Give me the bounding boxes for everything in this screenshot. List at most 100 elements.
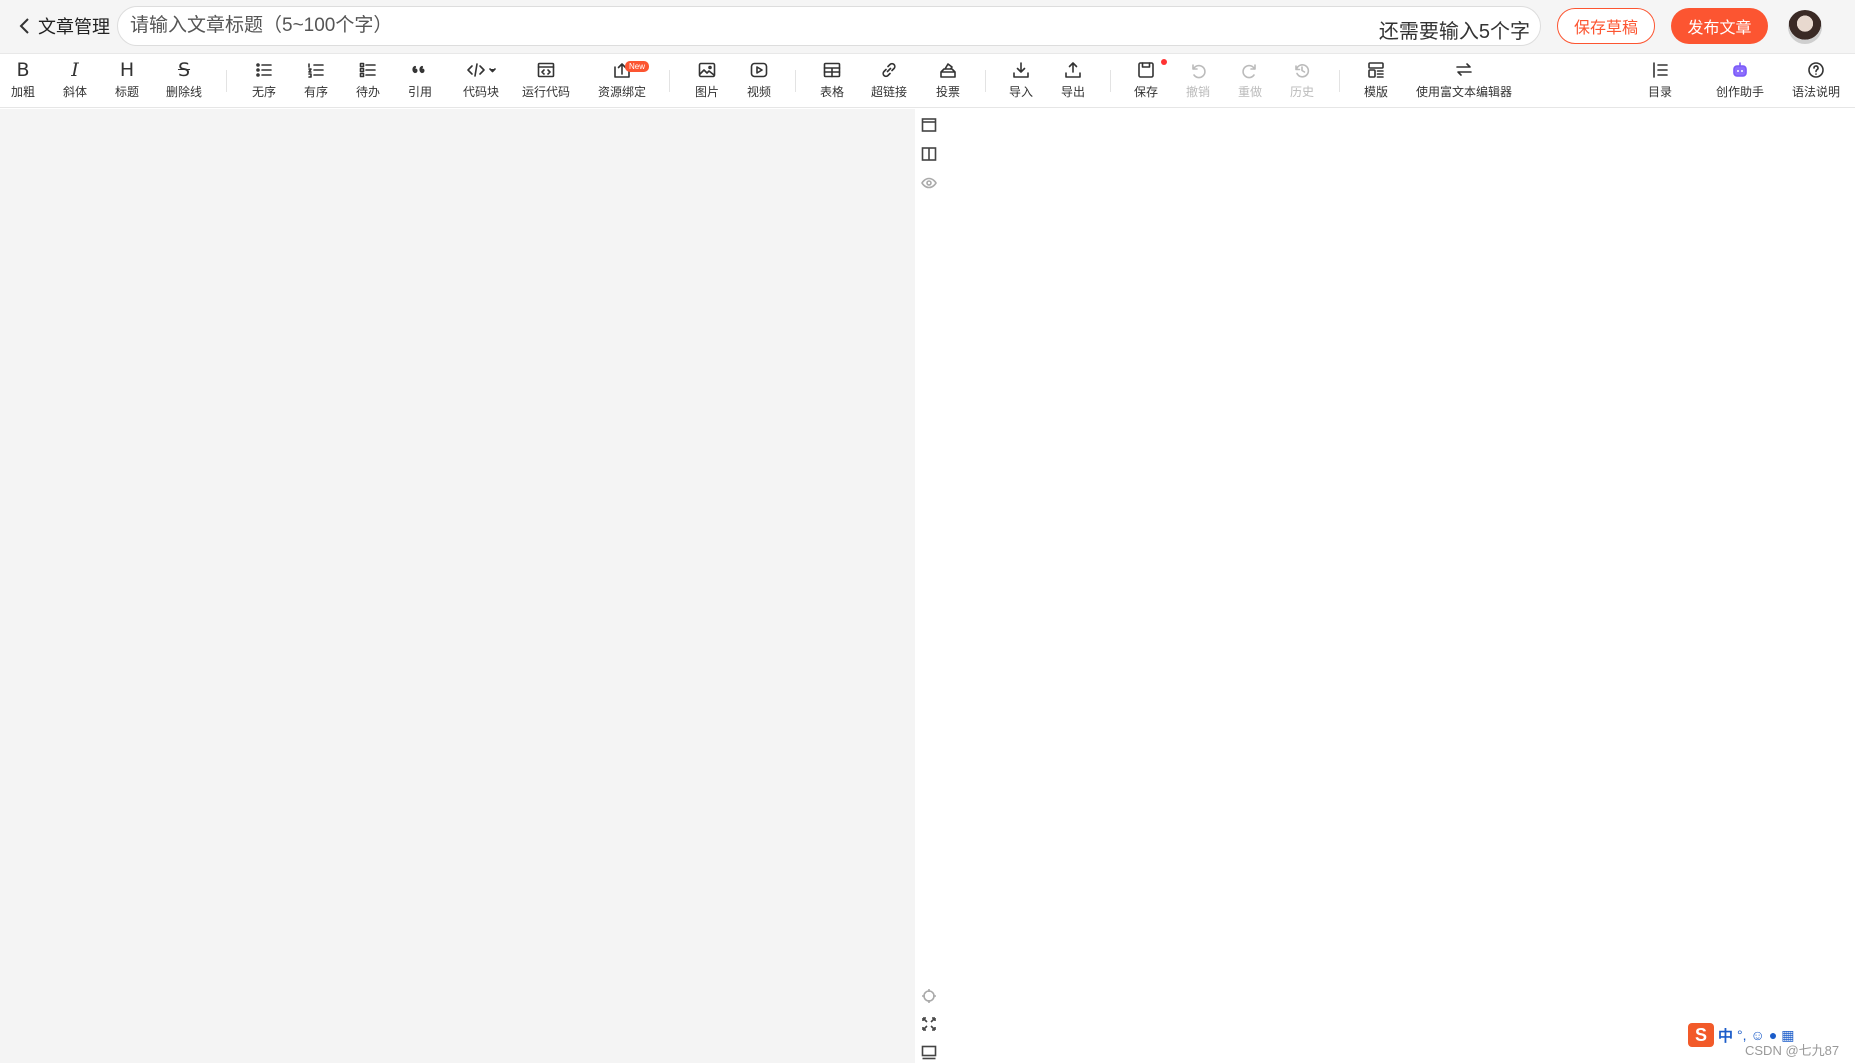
undo-button[interactable]: 撤销 <box>1184 60 1212 102</box>
bold-icon: B <box>16 59 30 81</box>
title-field: 还需要输入5个字 <box>117 6 1541 46</box>
video-icon <box>750 62 768 78</box>
strikethrough-label: 删除线 <box>165 85 202 99</box>
expand-icon <box>922 1017 936 1031</box>
watermark: CSDN @七九87 <box>1745 1043 1840 1058</box>
back-label: 文章管理 <box>38 17 110 37</box>
new-badge: New <box>625 61 650 72</box>
split-view-toggle[interactable] <box>918 143 940 165</box>
code-block-label: 代码块 <box>462 85 499 99</box>
back-to-article-management[interactable]: 文章管理 <box>18 14 110 38</box>
editor-only-view-toggle[interactable] <box>918 114 940 136</box>
save-icon <box>1138 62 1154 78</box>
toolbar-divider <box>669 70 670 92</box>
upload-icon <box>1065 62 1081 78</box>
import-button[interactable]: 导入 <box>1007 60 1035 102</box>
quote-icon <box>412 65 425 74</box>
toc-button[interactable]: 目录 <box>1646 60 1674 102</box>
todo-list-icon <box>359 62 376 78</box>
publish-article-button[interactable]: 发布文章 <box>1671 8 1768 44</box>
title-char-counter: 还需要输入5个字 <box>1378 21 1530 43</box>
download-icon <box>1013 62 1029 78</box>
redo-icon <box>1242 64 1256 79</box>
undo-icon <box>1192 64 1206 79</box>
vote-button[interactable]: 投票 <box>934 60 962 102</box>
rich-text-editor-label: 使用富文本编辑器 <box>1415 85 1512 99</box>
export-label: 导出 <box>1060 85 1085 99</box>
todo-list-button[interactable]: 待办 <box>354 60 382 102</box>
video-button[interactable]: 视频 <box>745 60 773 102</box>
toolbar-divider <box>1339 70 1340 92</box>
code-block-button[interactable]: 代码块 <box>457 60 505 102</box>
layout-toggle[interactable] <box>918 1041 940 1063</box>
strikethrough-icon: S <box>177 59 191 81</box>
save-button[interactable]: 保存 <box>1132 60 1160 102</box>
unordered-list-button[interactable]: 无序 <box>250 60 278 102</box>
export-button[interactable]: 导出 <box>1059 60 1087 102</box>
top-bar: 文章管理 还需要输入5个字 保存草稿 发布文章 <box>0 0 1855 54</box>
redo-label: 重做 <box>1237 85 1262 99</box>
import-label: 导入 <box>1008 85 1033 99</box>
monitor-icon <box>921 1045 937 1060</box>
heading-icon: H <box>119 59 135 81</box>
template-button[interactable]: 模版 <box>1362 60 1390 102</box>
chevron-left-icon <box>19 18 29 34</box>
template-label: 模版 <box>1363 85 1388 99</box>
unordered-list-icon <box>256 63 272 77</box>
ordered-list-icon <box>308 63 324 78</box>
bold-button[interactable]: B 加粗 <box>9 60 37 102</box>
article-title-input[interactable] <box>130 11 1330 41</box>
hyperlink-label: 超链接 <box>870 85 907 99</box>
run-code-label: 运行代码 <box>521 85 570 99</box>
toolbar-divider <box>226 70 227 92</box>
redo-button[interactable]: 重做 <box>1236 60 1264 102</box>
fullscreen-toggle[interactable] <box>918 1013 940 1035</box>
hyperlink-button[interactable]: 超链接 <box>869 60 909 102</box>
history-button[interactable]: 历史 <box>1288 60 1316 102</box>
ordered-list-button[interactable]: 有序 <box>302 60 330 102</box>
save-draft-button[interactable]: 保存草稿 <box>1557 8 1655 44</box>
heading-button[interactable]: H 标题 <box>113 60 141 102</box>
quote-button[interactable]: 引用 <box>406 60 434 102</box>
history-icon <box>1295 64 1310 78</box>
rich-text-editor-switch[interactable]: 使用富文本编辑器 <box>1414 60 1514 102</box>
toolbar-divider <box>1110 70 1111 92</box>
link-icon <box>882 62 896 78</box>
bold-label: 加粗 <box>10 85 35 99</box>
strikethrough-button[interactable]: S 删除线 <box>164 60 204 102</box>
save-label: 保存 <box>1133 85 1158 99</box>
history-label: 历史 <box>1289 85 1314 99</box>
editor-toolbar: B 加粗 I 斜体 H 标题 S 删除线 无序 有序 待办 引用 代码块 运行代… <box>0 54 1855 108</box>
italic-button[interactable]: I 斜体 <box>61 60 89 102</box>
todo-list-label: 待办 <box>355 85 380 99</box>
crosshair-icon <box>922 989 936 1003</box>
template-icon <box>1368 62 1384 78</box>
undo-label: 撤销 <box>1185 85 1210 99</box>
run-code-button[interactable]: 运行代码 <box>521 60 571 102</box>
creation-assistant-button[interactable]: 创作助手 <box>1714 60 1766 102</box>
toolbar-divider <box>795 70 796 92</box>
italic-icon: I <box>71 59 79 81</box>
italic-label: 斜体 <box>62 85 87 99</box>
image-icon <box>698 62 716 78</box>
markdown-editor-pane[interactable] <box>0 109 915 1063</box>
preview-toggle[interactable] <box>918 172 940 194</box>
quote-label: 引用 <box>407 85 432 99</box>
syntax-help-label: 语法说明 <box>1791 85 1840 99</box>
sync-scroll-toggle[interactable] <box>918 985 940 1007</box>
table-button[interactable]: 表格 <box>818 60 846 102</box>
avatar[interactable] <box>1788 10 1822 44</box>
toc-label: 目录 <box>1647 85 1672 99</box>
toc-icon <box>1653 62 1668 78</box>
ime-mode-label[interactable]: 中 <box>1718 1025 1733 1046</box>
unsaved-indicator-dot <box>1161 59 1167 65</box>
preview-pane <box>915 109 1855 1063</box>
run-code-icon <box>537 62 555 78</box>
syntax-help-button[interactable]: 语法说明 <box>1790 60 1842 102</box>
robot-icon <box>1733 62 1747 77</box>
video-label: 视频 <box>746 85 771 99</box>
code-block-icon <box>467 63 496 77</box>
heading-label: 标题 <box>114 85 139 99</box>
image-button[interactable]: 图片 <box>693 60 721 102</box>
help-circle-icon <box>1808 62 1824 78</box>
